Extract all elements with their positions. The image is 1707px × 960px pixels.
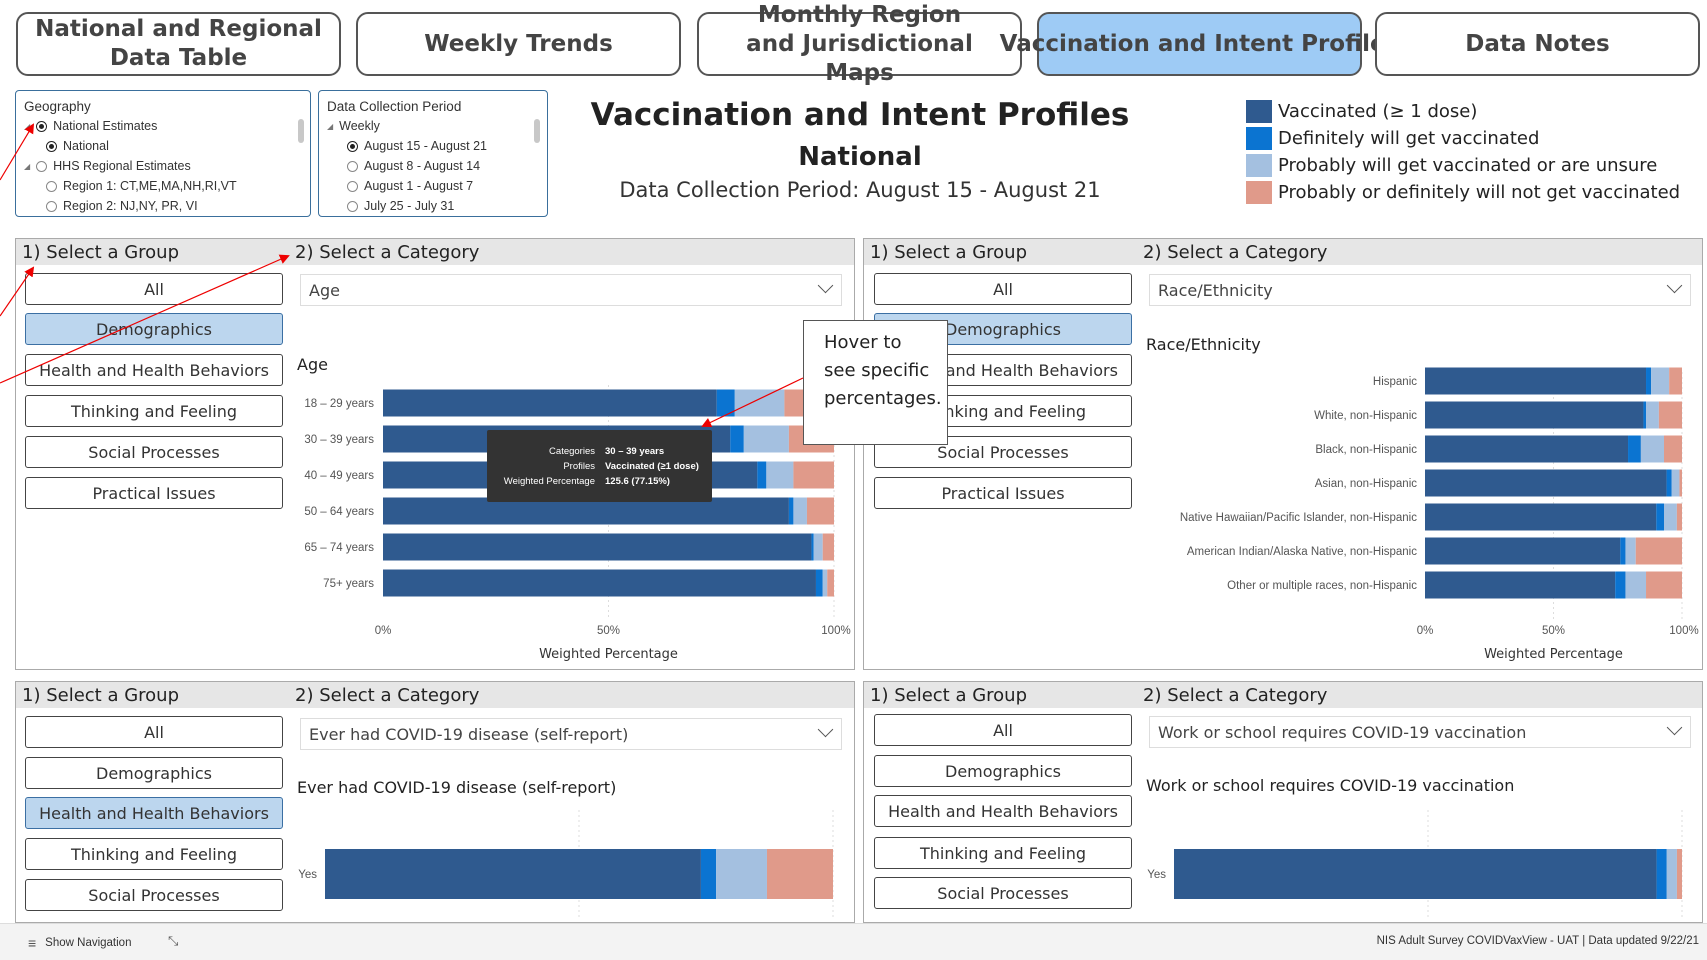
arrow-geography — [0, 123, 35, 181]
arrow-hover — [701, 377, 804, 428]
hamburger-icon: ≡ — [28, 935, 37, 951]
footer-bar: ≡ Show Navigation ⤡ NIS Adult Survey COV… — [0, 923, 1707, 960]
arrow-category — [0, 254, 290, 384]
collapse-icon[interactable]: ⤡ — [168, 933, 178, 949]
show-navigation-label: Show Navigation — [45, 937, 132, 949]
show-navigation-button[interactable]: ≡ Show Navigation — [28, 935, 131, 951]
annotation-arrows — [0, 123, 804, 428]
arrow-group — [0, 266, 35, 317]
footer-status: NIS Adult Survey COVIDVaxView - UAT | Da… — [1376, 935, 1699, 947]
